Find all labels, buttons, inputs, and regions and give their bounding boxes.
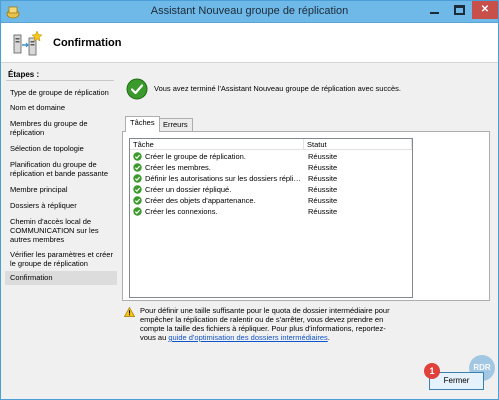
warning-suffix: .	[327, 333, 330, 342]
step-type: Type de groupe de réplication	[10, 88, 109, 97]
warning-icon	[124, 307, 135, 317]
success-message: Vous avez terminé l'Assistant Nouveau gr…	[154, 84, 401, 93]
task-name: Créer un dossier répliqué.	[145, 185, 232, 194]
page-title: Confirmation	[53, 37, 122, 49]
maximize-button[interactable]	[448, 1, 472, 19]
minimize-icon	[430, 12, 439, 14]
task-status: Réussite	[308, 207, 338, 216]
success-check-icon	[133, 207, 142, 216]
wizard-header: Confirmation	[1, 23, 498, 63]
maximize-icon	[454, 5, 465, 15]
steps-title: Étapes :	[8, 70, 40, 79]
close-window-button[interactable]: ✕	[472, 1, 498, 19]
optimization-guide-link[interactable]: guide d'optimisation des dossiers interm…	[168, 333, 327, 342]
step-local-path: Chemin d'accès local de COMMUNICATION su…	[10, 217, 99, 244]
table-row[interactable]: Créer un dossier répliqué. Réussite	[130, 184, 412, 195]
success-check-icon	[126, 78, 148, 100]
replication-wizard-icon	[13, 30, 43, 56]
column-header-task[interactable]: Tâche	[130, 139, 304, 150]
task-name: Créer des objets d'appartenance.	[145, 196, 256, 205]
task-status: Réussite	[308, 185, 338, 194]
step-topology: Sélection de topologie	[10, 144, 84, 153]
success-check-icon	[133, 196, 142, 205]
window-title: Assistant Nouveau groupe de réplication	[150, 5, 349, 17]
success-check-icon	[133, 163, 142, 172]
step-name-domain: Nom et domaine	[10, 103, 66, 112]
task-name: Créer le groupe de réplication.	[145, 152, 246, 161]
task-status: Réussite	[308, 163, 338, 172]
column-header-status[interactable]: Statut	[304, 139, 412, 150]
step-members: Membres du groupe de réplication	[10, 119, 88, 137]
task-name: Créer les connexions.	[145, 207, 218, 216]
quota-warning: Pour définir une taille suffisante pour …	[140, 306, 390, 342]
task-status: Réussite	[308, 174, 338, 183]
steps-divider	[6, 80, 114, 81]
step-confirmation: Confirmation	[5, 271, 117, 285]
app-icon	[6, 6, 20, 19]
table-row[interactable]: Créer les connexions. Réussite	[130, 206, 412, 217]
tab-tasks[interactable]: Tâches	[125, 116, 160, 132]
table-row[interactable]: Créer le groupe de réplication. Réussite	[130, 151, 412, 162]
step-badge: 1	[424, 363, 440, 379]
minimize-button[interactable]	[422, 1, 448, 19]
step-review: Vérifier les paramètres et créer le grou…	[10, 250, 113, 268]
tab-errors[interactable]: Erreurs	[158, 118, 193, 131]
tasks-list[interactable]: Tâche Statut Créer le groupe de réplicat…	[129, 138, 413, 298]
task-status: Réussite	[308, 196, 338, 205]
title-bar[interactable]: Assistant Nouveau groupe de réplication …	[1, 1, 498, 23]
step-schedule: Planification du groupe de réplication e…	[10, 160, 108, 178]
task-name: Créer les membres.	[145, 163, 211, 172]
success-check-icon	[133, 185, 142, 194]
wizard-window: Assistant Nouveau groupe de réplication …	[0, 0, 499, 400]
close-icon: ✕	[480, 4, 490, 15]
tasks-panel: Tâche Statut Créer le groupe de réplicat…	[122, 131, 490, 301]
table-row[interactable]: Créer des objets d'appartenance. Réussit…	[130, 195, 412, 206]
success-check-icon	[133, 174, 142, 183]
step-primary-member: Membre principal	[10, 185, 68, 194]
success-check-icon	[133, 152, 142, 161]
steps-sidebar: Étapes : Type de groupe de réplication N…	[2, 64, 120, 364]
table-row[interactable]: Créer les membres. Réussite	[130, 162, 412, 173]
step-folders: Dossiers à répliquer	[10, 201, 77, 210]
task-name: Définir les autorisations sur les dossie…	[145, 174, 303, 183]
table-row[interactable]: Définir les autorisations sur les dossie…	[130, 173, 412, 184]
task-status: Réussite	[308, 152, 338, 161]
